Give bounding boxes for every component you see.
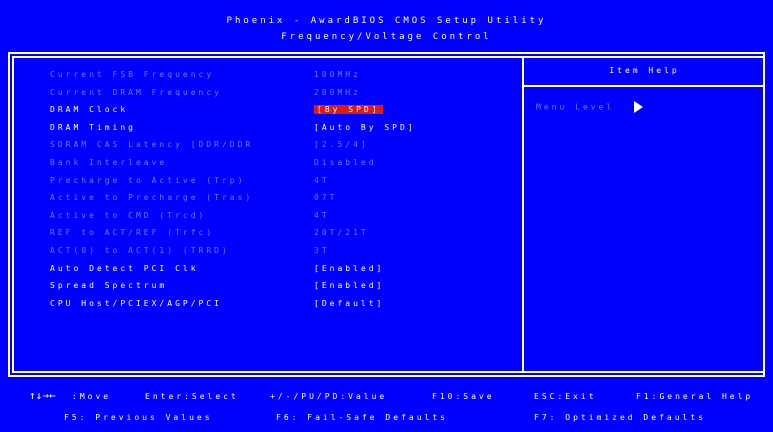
setting-label: Active to Precharge (Tras) [50, 193, 254, 203]
f6-hint: F6: Fail-Safe Defaults [276, 413, 448, 422]
setting-label: CPU Host/PCIEX/AGP/PCI [50, 298, 222, 308]
setting-value[interactable]: [Enabled] [314, 281, 384, 290]
setting-label: SDRAM CAS Latency [DDR/DDR [50, 140, 254, 150]
setting-row: Current FSB Frequency 100MHz [0, 70, 520, 88]
setting-row: SDRAM CAS Latency [DDR/DDR [2.5/4] [0, 140, 520, 158]
move-hint: :Move [72, 392, 112, 401]
setting-label: REF to ACT/REF (Trfc) [50, 228, 215, 238]
setting-row[interactable]: DRAM Timing [Auto By SPD] [0, 123, 520, 141]
setting-value: 20T/21T [314, 228, 369, 238]
setting-label: Current FSB Frequency [50, 70, 215, 79]
setting-value: 200MHz [314, 87, 361, 97]
setting-row[interactable]: Spread Spectrum [Enabled] [0, 281, 520, 299]
f7-hint: F7: Optimized Defaults [534, 413, 706, 422]
f10-hint: F10:Save [432, 392, 495, 401]
setting-value: [2.5/4] [314, 140, 369, 150]
value-hint: +/-/PU/PD:Value [270, 392, 388, 401]
f5-hint: F5: Previous Values [64, 413, 213, 422]
menu-level: Menu Level [536, 101, 643, 113]
setting-row: REF to ACT/REF (Trfc) 20T/21T [0, 228, 520, 246]
setting-label: ACT(0) to ACT(1) (TRRD) [50, 246, 230, 255]
setting-label: DRAM Timing [50, 122, 136, 132]
window-title: Phoenix - AwardBIOS CMOS Setup Utility [226, 16, 547, 26]
f1-hint: F1:General Help [636, 392, 754, 401]
setting-row[interactable]: CPU Host/PCIEX/AGP/PCI [Default] [0, 299, 520, 317]
setting-row: Precharge to Active (Trp) 4T [0, 176, 520, 194]
item-help-title: Item Help [609, 66, 680, 75]
enter-hint: Enter:Select [145, 392, 239, 401]
setting-row: Bank Interleave Disabled [0, 158, 520, 176]
setting-label: Spread Spectrum [50, 281, 168, 291]
setting-value: 4T [314, 175, 330, 185]
setting-value: 3T [314, 246, 330, 255]
setting-row[interactable]: Auto Detect PCI Clk [Enabled] [0, 264, 520, 282]
selected-value[interactable]: [By SPD] [314, 105, 383, 115]
setting-value: 100MHz [314, 70, 361, 79]
setting-value[interactable]: [Auto By SPD] [314, 123, 416, 132]
setting-row: ACT(0) to ACT(1) (TRRD) 3T [0, 246, 520, 264]
setting-row: Active to CMD (Trcd) 4T [0, 211, 520, 229]
setting-value[interactable]: [Enabled] [314, 264, 384, 273]
setting-value[interactable]: [By SPD] [314, 105, 383, 115]
arrow-keys-icon: ↑↓→← [29, 389, 56, 402]
setting-label: DRAM Clock [50, 105, 129, 115]
page-subtitle: Frequency/Voltage Control [281, 32, 492, 42]
esc-hint: ESC:Exit [534, 392, 597, 401]
setting-row: Active to Precharge (Tras) 07T [0, 193, 520, 211]
help-header-divider [524, 85, 765, 87]
panel-divider [522, 56, 524, 373]
setting-value: 07T [314, 193, 338, 203]
setting-row: Current DRAM Frequency 200MHz [0, 88, 520, 106]
setting-label: Precharge to Active (Trp) [50, 175, 246, 185]
setting-label: Active to CMD (Trcd) [50, 210, 207, 220]
setting-label: Auto Detect PCI Clk [50, 263, 199, 273]
menu-level-label: Menu Level [536, 102, 615, 112]
setting-label: Current DRAM Frequency [50, 87, 222, 97]
setting-value[interactable]: [Default] [314, 299, 384, 308]
setting-value: 4T [314, 210, 330, 220]
setting-label: Bank Interleave [50, 158, 168, 167]
setting-row[interactable]: DRAM Clock [By SPD] [0, 105, 520, 123]
setting-value: Disabled [314, 158, 377, 167]
right-triangle-icon [634, 101, 643, 113]
